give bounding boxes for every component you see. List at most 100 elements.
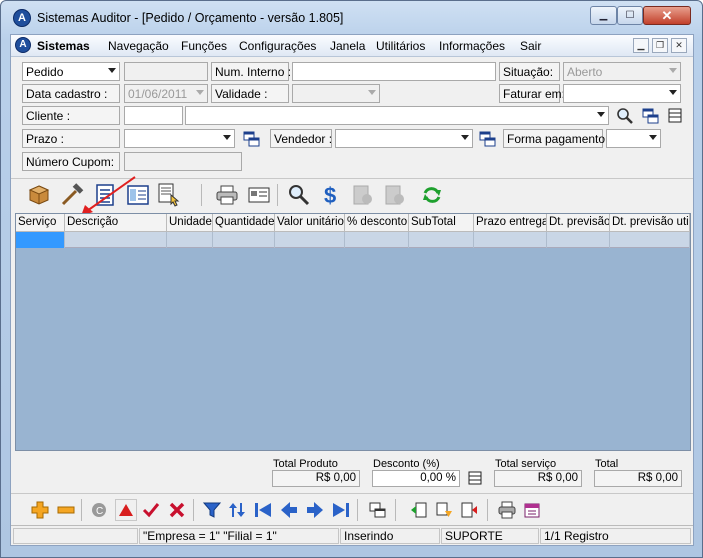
menu-app-icon[interactable]: A: [15, 37, 31, 53]
table-cell[interactable]: [65, 232, 167, 248]
desconto-label: Desconto (%): [373, 458, 440, 470]
close-button[interactable]: ✕: [643, 6, 691, 25]
forma-pagamento-select[interactable]: [606, 129, 661, 148]
table-cell[interactable]: [474, 232, 547, 248]
export-icon[interactable]: [458, 499, 480, 521]
menu-configuracoes[interactable]: Configurações: [239, 39, 316, 53]
package-icon[interactable]: [27, 183, 51, 207]
cliente-name-select[interactable]: [185, 106, 609, 125]
total-produto-value: R$ 0,00: [272, 470, 360, 487]
stacked-windows-icon[interactable]: [666, 107, 684, 125]
card-icon[interactable]: [247, 183, 271, 207]
column-header[interactable]: Dt. previsão util: [610, 214, 690, 232]
window-title: Sistemas Auditor - [Pedido / Orçamento -…: [37, 11, 344, 25]
prazo-select[interactable]: [124, 129, 235, 148]
stacked-windows-icon[interactable]: [467, 471, 483, 487]
column-header[interactable]: Dt. previsão: [547, 214, 610, 232]
column-header[interactable]: Quantidade: [213, 214, 275, 232]
windows-icon[interactable]: [642, 107, 660, 125]
table-cell[interactable]: [275, 232, 345, 248]
table-cell[interactable]: [345, 232, 409, 248]
previous-record-icon[interactable]: [278, 499, 300, 521]
situacao-select[interactable]: Aberto: [563, 62, 681, 81]
menu-informacoes[interactable]: Informações: [439, 39, 505, 53]
desconto-input[interactable]: 0,00 %: [372, 470, 460, 487]
dollar-icon[interactable]: $: [319, 183, 343, 207]
items-grid[interactable]: Serviço Descrição Unidade Quantidade Val…: [15, 213, 691, 451]
menu-navegacao[interactable]: Navegação: [108, 39, 169, 53]
child-minimize-button[interactable]: ▁: [633, 38, 649, 53]
calendar-icon[interactable]: [521, 499, 543, 521]
column-header[interactable]: Descrição: [65, 214, 167, 232]
document-pointer-icon[interactable]: [157, 183, 181, 207]
column-header[interactable]: Prazo entrega: [474, 214, 547, 232]
import-icon[interactable]: [408, 499, 430, 521]
disabled-refresh-icon: C: [88, 499, 110, 521]
column-header[interactable]: Serviço: [16, 214, 65, 232]
column-header[interactable]: % desconto: [345, 214, 409, 232]
menu-janela[interactable]: Janela: [330, 39, 365, 53]
menu-funcoes[interactable]: Funções: [181, 39, 227, 53]
status-records: 1/1 Registro: [540, 528, 691, 544]
application-window: A Sistemas Auditor - [Pedido / Orçamento…: [0, 0, 703, 558]
vendedor-select[interactable]: [335, 129, 473, 148]
remove-record-icon[interactable]: [55, 499, 77, 521]
vendedor-label: Vendedor :: [270, 129, 332, 148]
table-cell[interactable]: [213, 232, 275, 248]
tipo-select[interactable]: Pedido: [22, 62, 120, 81]
column-header[interactable]: Valor unitário: [275, 214, 345, 232]
prazo-label: Prazo :: [22, 129, 120, 148]
cliente-code-input[interactable]: [124, 106, 183, 125]
next-record-icon[interactable]: [304, 499, 326, 521]
menu-sistemas[interactable]: Sistemas: [37, 39, 90, 53]
num-interno-input[interactable]: [292, 62, 496, 81]
first-record-icon[interactable]: [252, 499, 274, 521]
table-cell[interactable]: [547, 232, 610, 248]
chevron-down-icon: [368, 90, 376, 95]
toolbar-separator: [487, 499, 488, 521]
selected-cell[interactable]: [16, 232, 65, 248]
table-row[interactable]: [16, 232, 690, 248]
data-cadastro-label: Data cadastro :: [22, 84, 120, 103]
last-record-icon[interactable]: [330, 499, 352, 521]
transfer-icon[interactable]: [433, 499, 455, 521]
maximize-button[interactable]: ☐: [617, 6, 643, 25]
cancel-x-icon[interactable]: [166, 499, 188, 521]
status-empresa-filial: "Empresa = 1" "Filial = 1": [139, 528, 339, 544]
validade-select[interactable]: [292, 84, 380, 103]
sort-icon[interactable]: [226, 499, 248, 521]
magnifier-icon[interactable]: [287, 183, 311, 207]
printer-icon[interactable]: [215, 183, 239, 207]
table-cell[interactable]: [610, 232, 690, 248]
svg-text:$: $: [324, 183, 336, 207]
windows-icon[interactable]: [479, 130, 497, 148]
faturar-em-select[interactable]: [563, 84, 681, 103]
column-header[interactable]: SubTotal: [409, 214, 474, 232]
child-close-button[interactable]: ✕: [671, 38, 687, 53]
table-cell[interactable]: [167, 232, 213, 248]
search-icon[interactable]: [616, 107, 634, 125]
totals-panel: Total Produto R$ 0,00 Desconto (%) 0,00 …: [11, 452, 693, 492]
up-triangle-icon[interactable]: [115, 499, 137, 521]
total-label: Total: [595, 458, 619, 470]
chevron-down-icon: [649, 135, 657, 140]
child-restore-button[interactable]: ❐: [652, 38, 668, 53]
chevron-down-icon: [669, 90, 677, 95]
toolbar-separator: [395, 499, 396, 521]
data-cadastro-input[interactable]: 01/06/2011: [124, 84, 208, 103]
add-record-icon[interactable]: [29, 499, 51, 521]
refresh-icon[interactable]: [420, 183, 444, 207]
windows-icon[interactable]: [243, 130, 261, 148]
minimize-button[interactable]: ▁: [590, 6, 617, 25]
filter-icon[interactable]: [201, 499, 223, 521]
chevron-down-icon: [669, 68, 677, 73]
num-interno-label: Num. Interno :: [211, 62, 291, 81]
column-header[interactable]: Unidade: [167, 214, 213, 232]
windows-icon[interactable]: [367, 499, 389, 521]
menu-bar: A Sistemas Navegação Funções Configuraçõ…: [11, 35, 693, 57]
table-cell[interactable]: [409, 232, 474, 248]
print-icon[interactable]: [496, 499, 518, 521]
menu-sair[interactable]: Sair: [520, 39, 541, 53]
check-icon[interactable]: [140, 499, 162, 521]
menu-utilitarios[interactable]: Utilitários: [376, 39, 425, 53]
